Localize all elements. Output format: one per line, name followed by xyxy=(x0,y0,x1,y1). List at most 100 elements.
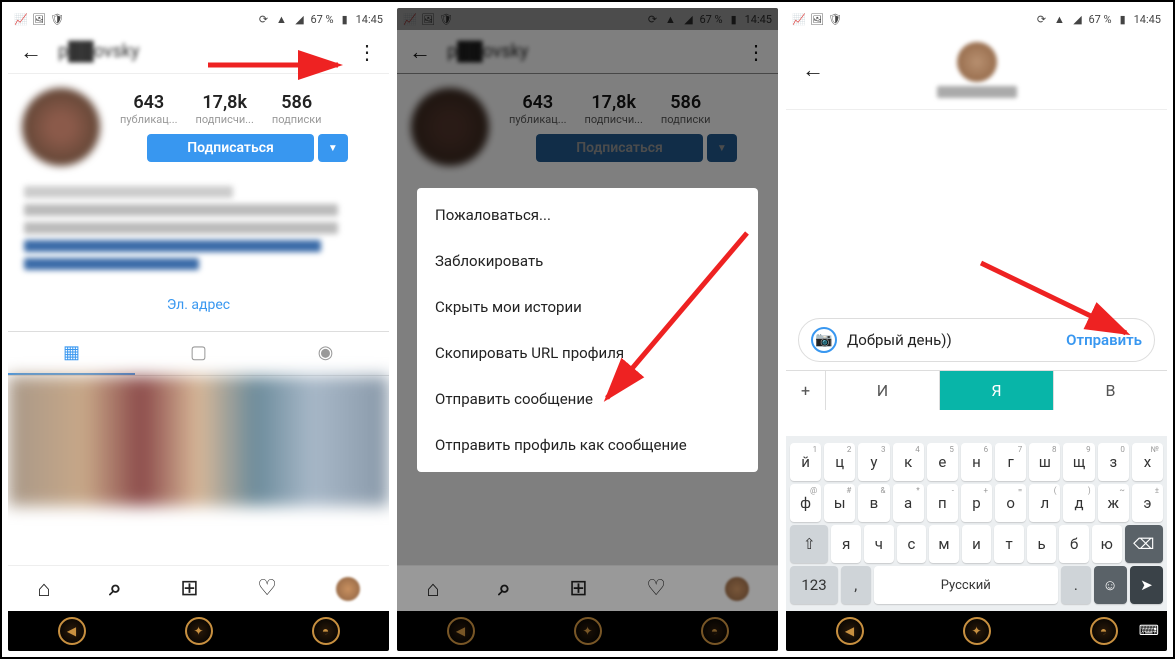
icon-shield: 🛡 xyxy=(828,12,842,26)
key-в[interactable]: в& xyxy=(858,484,889,522)
key-и[interactable]: и xyxy=(962,525,992,563)
keyboard-suggestions: + И Я В xyxy=(786,370,1167,410)
key-ж[interactable]: ж~ xyxy=(1098,484,1129,522)
nav-add-icon[interactable]: ⊞ xyxy=(180,576,198,601)
more-icon[interactable]: ⋮ xyxy=(357,40,377,64)
key-к[interactable]: к4 xyxy=(893,443,924,481)
suggest-expand[interactable]: + xyxy=(786,371,826,410)
key-щ[interactable]: щ9 xyxy=(1063,443,1094,481)
key-т[interactable]: т xyxy=(994,525,1024,563)
phone-screen-1: 📈 🖼 🛡 ⟳ ▲ ◢ 67 % ▮ 14:45 ← p██ovsky ⋮ 64… xyxy=(8,8,389,651)
key-е[interactable]: е5 xyxy=(927,443,958,481)
key-й[interactable]: й1 xyxy=(790,443,821,481)
tab-grid[interactable]: ▦ xyxy=(8,332,135,375)
nav-heart-icon: ♡ xyxy=(646,576,666,601)
stat-posts[interactable]: 643 публикац... xyxy=(120,92,178,126)
icon-sync: ⟳ xyxy=(256,12,270,26)
key-с[interactable]: с xyxy=(897,525,927,563)
sys-back-icon[interactable]: ◀ xyxy=(447,617,475,645)
signal-icon: ◢ xyxy=(1070,12,1084,26)
key-comma[interactable]: , xyxy=(841,566,871,604)
key-а[interactable]: а* xyxy=(893,484,924,522)
key-х[interactable]: х№ xyxy=(1132,443,1163,481)
profile-tabs: ▦ ▢ ◉ xyxy=(8,331,389,376)
chat-username xyxy=(937,86,1017,98)
sys-recent-icon[interactable]: ◓ xyxy=(312,617,340,645)
camera-icon[interactable]: 📷 xyxy=(811,327,837,353)
key-ш[interactable]: ш8 xyxy=(1029,443,1060,481)
key-л[interactable]: л( xyxy=(1029,484,1060,522)
suggest-2[interactable]: Я xyxy=(940,371,1054,410)
menu-share-profile[interactable]: Отправить профиль как сообщение xyxy=(417,422,758,468)
wifi-icon: ▲ xyxy=(1052,12,1066,26)
suggest-3[interactable]: В xyxy=(1054,371,1167,410)
follow-button[interactable]: Подписаться xyxy=(147,134,314,162)
key-ф[interactable]: ф@ xyxy=(790,484,821,522)
icon-shield: 🛡 xyxy=(50,12,64,26)
key-emoji-icon[interactable]: ☺ xyxy=(1094,566,1127,604)
key-э[interactable]: э± xyxy=(1132,484,1163,522)
tab-tagged[interactable]: ◉ xyxy=(262,332,389,375)
stat-followers[interactable]: 17,8k подписчи... xyxy=(196,92,254,126)
key-period[interactable]: . xyxy=(1061,566,1091,604)
system-nav: ◀ ✦ ◓ ⌨ xyxy=(786,611,1167,651)
profile-avatar[interactable] xyxy=(22,88,100,166)
chat-header: ← xyxy=(786,30,1167,110)
keyboard-hide-icon[interactable]: ⌨ xyxy=(1139,623,1159,639)
email-button[interactable]: Эл. адрес xyxy=(167,297,230,313)
battery-icon: ▮ xyxy=(338,12,352,26)
key-ц[interactable]: ц2 xyxy=(824,443,855,481)
back-icon[interactable]: ← xyxy=(802,57,824,83)
key-ы[interactable]: ы# xyxy=(824,484,855,522)
nav-heart-icon[interactable]: ♡ xyxy=(257,576,277,601)
phone-screen-2: 📈 🖼 🛡 ⟳ ▲ ◢ 67 % ▮ 14:45 ← p██ovsky ⋮ 64… xyxy=(397,8,778,651)
key-я[interactable]: я xyxy=(831,525,861,563)
key-р[interactable]: р+ xyxy=(961,484,992,522)
key-у[interactable]: у3 xyxy=(858,443,889,481)
nav-search-icon[interactable]: ⌕ xyxy=(109,576,121,601)
key-п[interactable]: п- xyxy=(927,484,958,522)
icon-activity: 📈 xyxy=(14,12,28,26)
back-icon[interactable]: ← xyxy=(20,39,42,65)
nav-profile-icon[interactable] xyxy=(336,577,360,601)
key-enter-icon[interactable]: ➤ xyxy=(1130,566,1163,604)
wifi-icon: ▲ xyxy=(274,12,288,26)
sys-recent-icon[interactable]: ◓ xyxy=(701,617,729,645)
sys-back-icon[interactable]: ◀ xyxy=(58,617,86,645)
key-о[interactable]: о= xyxy=(995,484,1026,522)
nav-profile-icon xyxy=(725,577,749,601)
battery-text: 67 % xyxy=(310,13,333,26)
battery-text: 67 % xyxy=(1088,13,1111,26)
nav-home-icon[interactable]: ⌂ xyxy=(37,576,50,602)
key-ь[interactable]: ь xyxy=(1027,525,1057,563)
key-ю[interactable]: ю xyxy=(1092,525,1122,563)
follow-dropdown-button[interactable]: ▼ xyxy=(318,134,348,162)
profile-bio xyxy=(8,186,389,270)
key-space[interactable]: Русский xyxy=(874,566,1059,604)
key-numeric[interactable]: 123 xyxy=(790,566,838,604)
key-д[interactable]: д) xyxy=(1063,484,1094,522)
sys-home-icon[interactable]: ✦ xyxy=(185,617,213,645)
key-з[interactable]: з0 xyxy=(1098,443,1129,481)
key-backspace-icon[interactable]: ⌫ xyxy=(1125,525,1163,563)
key-shift-icon[interactable]: ⇧ xyxy=(790,525,828,563)
sys-recent-icon[interactable]: ◓ xyxy=(1090,617,1118,645)
sys-home-icon[interactable]: ✦ xyxy=(963,617,991,645)
annotation-arrow-2 xyxy=(597,228,757,408)
keyboard: й1ц2у3к4е5н6г7ш8щ9з0х№ ф@ы#в&а*п-р+о=л(д… xyxy=(786,436,1167,611)
chat-avatar[interactable] xyxy=(957,42,997,82)
key-н[interactable]: н6 xyxy=(961,443,992,481)
sys-home-icon[interactable]: ✦ xyxy=(574,617,602,645)
key-б[interactable]: б xyxy=(1059,525,1089,563)
tab-feed[interactable]: ▢ xyxy=(135,332,262,375)
system-nav: ◀ ✦ ◓ xyxy=(397,611,778,651)
key-г[interactable]: г7 xyxy=(995,443,1026,481)
key-ч[interactable]: ч xyxy=(864,525,894,563)
sys-back-icon[interactable]: ◀ xyxy=(836,617,864,645)
key-м[interactable]: м xyxy=(929,525,959,563)
icon-activity: 📈 xyxy=(792,12,806,26)
suggest-1[interactable]: И xyxy=(826,371,940,410)
stat-following[interactable]: 586 подписки xyxy=(272,92,322,126)
photo-grid[interactable] xyxy=(8,376,389,506)
profile-stats-section: 643 публикац... 17,8k подписчи... 586 по… xyxy=(8,74,389,180)
